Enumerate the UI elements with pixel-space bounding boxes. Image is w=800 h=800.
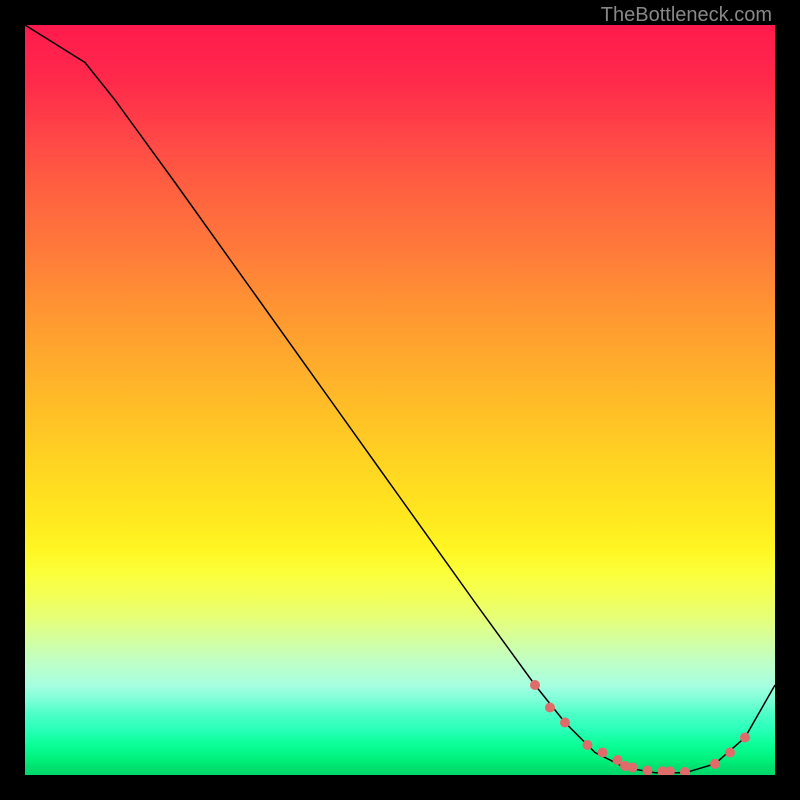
- chart-container: TheBottleneck.com: [0, 0, 800, 800]
- curve-line: [25, 25, 775, 773]
- watermark-text: TheBottleneck.com: [601, 4, 772, 27]
- curve-markers: [530, 680, 750, 775]
- chart-svg: [25, 25, 775, 775]
